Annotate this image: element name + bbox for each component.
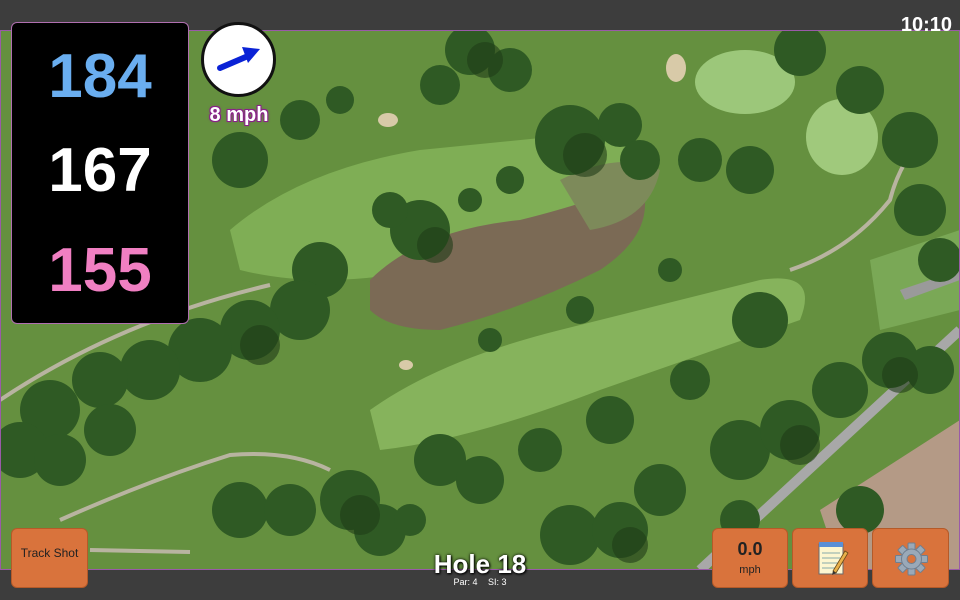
speed-button[interactable]: 0.0 mph <box>712 528 788 588</box>
front-distance: 184 <box>48 42 152 111</box>
hole-details: Par: 4 SI: 3 <box>380 577 580 587</box>
wind-speed-label: 8 mph <box>209 104 269 126</box>
track-shot-button[interactable]: Track Shot <box>11 528 88 588</box>
back-distance: 155 <box>48 236 152 305</box>
speed-unit: mph <box>739 564 761 576</box>
wind-direction-arrow-icon <box>217 47 260 71</box>
wind-indicator[interactable] <box>201 22 276 97</box>
hole-par: Par: 4 <box>453 577 478 587</box>
gear-icon <box>895 542 928 576</box>
distance-panel: 184 167 155 <box>11 22 189 324</box>
status-time: 10:10 <box>900 14 952 36</box>
track-shot-label: Track Shot <box>20 546 79 560</box>
settings-button[interactable] <box>872 528 949 588</box>
notepad-icon <box>818 542 849 575</box>
speed-value: 0.0 <box>737 539 763 559</box>
middle-distance: 167 <box>48 136 152 205</box>
hole-title: Hole 18 <box>433 549 527 579</box>
notes-button[interactable] <box>792 528 868 588</box>
hole-stroke-index: SI: 3 <box>488 577 507 587</box>
